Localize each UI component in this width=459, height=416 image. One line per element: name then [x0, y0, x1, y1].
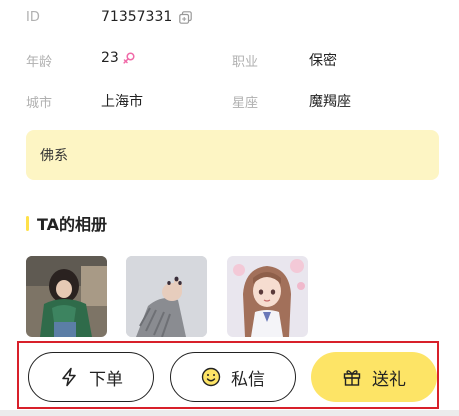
order-button[interactable]: 下单: [28, 352, 154, 402]
lightning-icon: [59, 367, 79, 387]
job-value: 保密: [309, 53, 337, 69]
photo-hand-grey-sleeve: [126, 256, 207, 337]
copy-icon[interactable]: [179, 10, 193, 24]
id-label: ID: [26, 10, 40, 25]
message-button-label: 私信: [231, 369, 265, 390]
album-photo-3[interactable]: [227, 256, 308, 337]
message-button[interactable]: 私信: [170, 352, 296, 402]
zodiac-label: 星座: [232, 96, 259, 111]
city-value: 上海市: [101, 94, 143, 110]
album-photo-1[interactable]: [26, 256, 107, 337]
id-value: 71357331: [101, 9, 173, 25]
age-value-group: 23: [101, 50, 135, 66]
city-label: 城市: [26, 96, 53, 111]
bio-card: 佛系: [26, 130, 439, 180]
album-header: TA的相册: [26, 212, 107, 234]
gift-icon: [342, 367, 362, 387]
id-value-group: 71357331: [101, 9, 193, 25]
job-label: 职业: [232, 55, 259, 70]
zodiac-value: 魔羯座: [309, 94, 351, 110]
gift-button-label: 送礼: [372, 369, 406, 390]
bottom-divider: [0, 410, 459, 416]
age-value: 23: [101, 50, 119, 66]
bio-text: 佛系: [40, 148, 68, 164]
photo-anime-girl: [227, 256, 308, 337]
bottom-action-bar: 下单 私信 送礼: [17, 341, 439, 409]
smiley-icon: [201, 367, 221, 387]
photo-girl-green-sweater: [26, 256, 107, 337]
order-button-label: 下单: [89, 369, 123, 390]
age-label: 年龄: [26, 55, 53, 70]
album-title-bar: [26, 215, 29, 231]
female-icon: [123, 52, 135, 64]
gift-button[interactable]: 送礼: [311, 352, 437, 402]
album-photo-2[interactable]: [126, 256, 207, 337]
album-title: TA的相册: [37, 215, 108, 234]
